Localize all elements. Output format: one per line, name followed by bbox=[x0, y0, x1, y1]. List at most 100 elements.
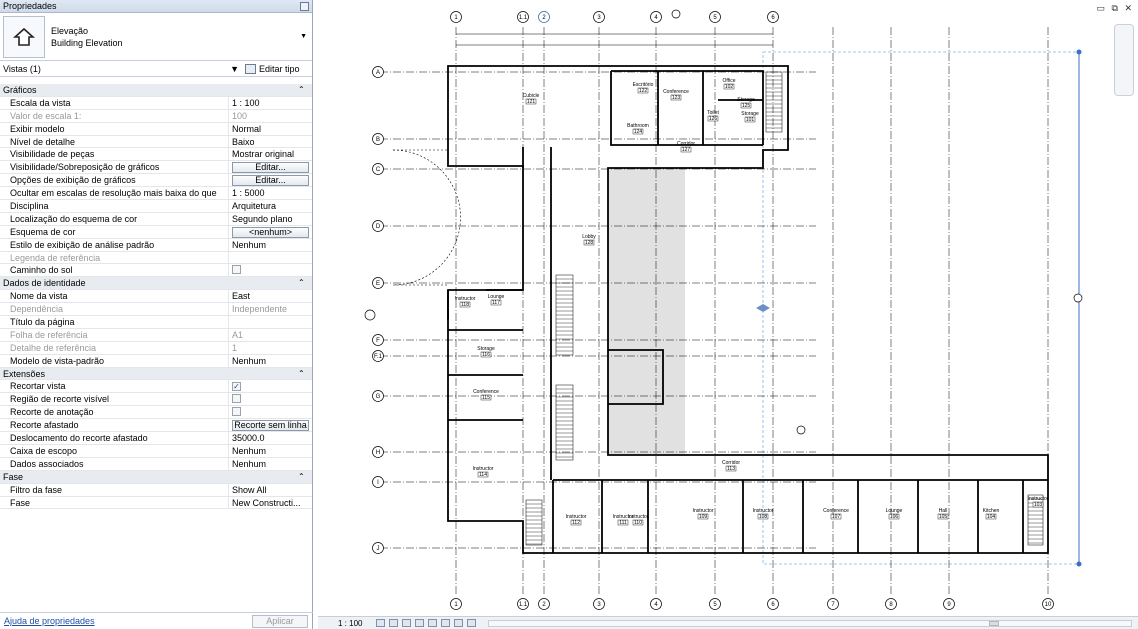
property-row: Fase New Constructi... bbox=[0, 496, 312, 510]
property-value-cell[interactable]: <nenhum> bbox=[229, 226, 312, 238]
close-panel-icon[interactable] bbox=[300, 1, 309, 11]
type-dropdown-icon[interactable]: ▼ bbox=[300, 33, 307, 40]
crop-handle bbox=[1076, 561, 1082, 567]
property-row: Detalhe de referência 1 bbox=[0, 341, 312, 355]
property-value-cell[interactable] bbox=[229, 406, 312, 418]
navigation-bar[interactable] bbox=[1114, 24, 1134, 96]
crop-view-icon[interactable] bbox=[428, 619, 437, 627]
property-value-cell[interactable]: Baixo bbox=[229, 136, 312, 148]
property-checkbox[interactable] bbox=[232, 394, 241, 404]
sun-path-icon[interactable] bbox=[402, 619, 411, 627]
property-label: Visibilidade de peças bbox=[0, 148, 229, 161]
property-edit-button[interactable]: Recorte sem linha bbox=[232, 420, 309, 432]
property-value-cell[interactable]: Nenhum bbox=[229, 239, 312, 251]
apply-button[interactable]: Aplicar bbox=[252, 614, 308, 628]
grid-label: F bbox=[376, 338, 380, 344]
group-header[interactable]: Gráficos ⌃ bbox=[0, 84, 312, 97]
property-value-cell[interactable]: Show All bbox=[229, 484, 312, 496]
type-name: Elevação bbox=[51, 25, 89, 36]
window-controls[interactable]: ▭ ⧉ ✕ bbox=[1097, 3, 1134, 14]
property-value-cell[interactable]: Normal bbox=[229, 123, 312, 135]
property-label: Recorte afastado bbox=[0, 419, 229, 432]
room-number: 114 bbox=[479, 472, 487, 478]
help-link[interactable]: Ajuda de propriedades bbox=[4, 616, 95, 626]
property-value-cell[interactable] bbox=[229, 393, 312, 405]
property-value-cell[interactable]: New Constructi... bbox=[229, 497, 312, 509]
property-value-cell[interactable]: Nenhum bbox=[229, 355, 312, 367]
property-value-cell[interactable]: 35000.0 bbox=[229, 432, 312, 444]
property-value-cell[interactable] bbox=[229, 264, 312, 276]
property-label: Esquema de cor bbox=[0, 225, 229, 238]
drawing-canvas[interactable]: 1 1.1 2 3 4 5 6 7 8 9 10 1 1.1 2 3 4 5 6 A B C D E F F.1 G H I J Cub… bbox=[318, 0, 1138, 616]
room-number: 121 bbox=[527, 99, 536, 105]
room-number: 102 bbox=[725, 84, 734, 90]
property-label: Estilo de exibição de análise padrão bbox=[0, 238, 229, 251]
hide-isolate-icon[interactable] bbox=[454, 619, 463, 627]
property-edit-button[interactable]: Editar... bbox=[232, 175, 309, 187]
property-value-cell[interactable]: 1 : 100 bbox=[229, 97, 312, 109]
property-value-cell[interactable]: Arquitetura bbox=[229, 200, 312, 212]
property-value-cell[interactable]: Editar... bbox=[229, 161, 312, 174]
property-label: Exibir modelo bbox=[0, 122, 229, 135]
floor-plan-drawing: 1 1.1 2 3 4 5 6 7 8 9 101 1.1 2 3 4 5 6ABCDEFF.1GHIJ Cub… bbox=[364, 9, 1083, 610]
instance-filter-select[interactable]: Vistas (1) ▼ bbox=[3, 64, 243, 74]
crop-region-icon[interactable] bbox=[441, 619, 450, 627]
property-value-cell[interactable]: East bbox=[229, 290, 312, 302]
group-label: Gráficos bbox=[3, 85, 37, 95]
detail-level-icon[interactable] bbox=[376, 619, 385, 627]
grid-label: F.1 bbox=[374, 354, 383, 360]
crop-region-outline bbox=[762, 51, 1080, 565]
reveal-hidden-icon[interactable] bbox=[467, 619, 476, 627]
edit-type-button[interactable]: Editar tipo bbox=[245, 63, 300, 74]
collapse-chevron-icon[interactable]: ⌃ bbox=[298, 277, 312, 289]
edit-type-label: Editar tipo bbox=[259, 63, 300, 74]
property-value-cell[interactable]: ✓ bbox=[229, 380, 312, 392]
room-number: 108 bbox=[759, 514, 768, 520]
type-selector[interactable]: Elevação Building Elevation ▼ bbox=[0, 13, 312, 61]
property-row: Nível de detalhe Baixo bbox=[0, 135, 312, 149]
courtyard-fill bbox=[608, 168, 685, 454]
property-value-cell[interactable]: 1 : 5000 bbox=[229, 187, 312, 199]
edit-type-icon bbox=[245, 63, 256, 74]
property-edit-button[interactable]: <nenhum> bbox=[232, 226, 309, 238]
property-checkbox[interactable] bbox=[232, 265, 241, 275]
room-number: 118 bbox=[461, 302, 469, 308]
view-scale[interactable]: 1 : 100 bbox=[318, 619, 372, 628]
property-row: Ocultar em escalas de resolução mais bai… bbox=[0, 187, 312, 201]
room-number: 126 bbox=[709, 116, 718, 122]
property-row: Folha de referência A1 bbox=[0, 328, 312, 342]
property-label: Dados associados bbox=[0, 457, 229, 470]
group-header[interactable]: Extensões ⌃ bbox=[0, 367, 312, 381]
property-checkbox[interactable]: ✓ bbox=[232, 382, 241, 392]
properties-panel: Propriedades Elevação Building Elevation… bbox=[0, 0, 313, 629]
property-row: Caixa de escopo Nenhum bbox=[0, 444, 312, 458]
property-value-cell[interactable] bbox=[229, 316, 312, 328]
property-value-cell[interactable]: Segundo plano bbox=[229, 213, 312, 225]
visual-style-icon[interactable] bbox=[389, 619, 398, 627]
property-row: Escala da vista 1 : 100 bbox=[0, 96, 312, 110]
property-edit-button[interactable]: Editar... bbox=[232, 162, 309, 174]
room-number: 117 bbox=[492, 300, 500, 306]
property-row: Legenda de referência bbox=[0, 251, 312, 265]
scrollbar-thumb[interactable] bbox=[989, 621, 999, 626]
collapse-chevron-icon[interactable]: ⌃ bbox=[298, 471, 312, 483]
group-label: Dados de identidade bbox=[3, 278, 86, 289]
property-value-cell[interactable]: Recorte sem linha bbox=[229, 419, 312, 432]
property-label: Visibilidade/Sobreposição de gráficos bbox=[0, 161, 229, 174]
property-value-cell[interactable]: Mostrar original bbox=[229, 148, 312, 160]
horizontal-scrollbar[interactable] bbox=[488, 620, 1132, 627]
group-header[interactable]: Dados de identidade ⌃ bbox=[0, 277, 312, 291]
collapse-chevron-icon[interactable]: ⌃ bbox=[298, 368, 312, 380]
group-label: Extensões bbox=[3, 368, 46, 379]
property-row: Dados associados Nenhum bbox=[0, 457, 312, 471]
property-value-cell[interactable]: Nenhum bbox=[229, 458, 312, 470]
shadows-icon[interactable] bbox=[415, 619, 424, 627]
property-checkbox[interactable] bbox=[232, 407, 241, 417]
grid-label: 1.1 bbox=[519, 15, 528, 21]
property-label: Folha de referência bbox=[0, 328, 229, 341]
property-value-cell[interactable]: Editar... bbox=[229, 174, 312, 187]
group-header[interactable]: Fase ⌃ bbox=[0, 470, 312, 484]
property-value-cell[interactable]: Nenhum bbox=[229, 445, 312, 457]
property-row: Localização do esquema de cor Segundo pla… bbox=[0, 212, 312, 226]
collapse-chevron-icon[interactable]: ⌃ bbox=[298, 84, 312, 96]
